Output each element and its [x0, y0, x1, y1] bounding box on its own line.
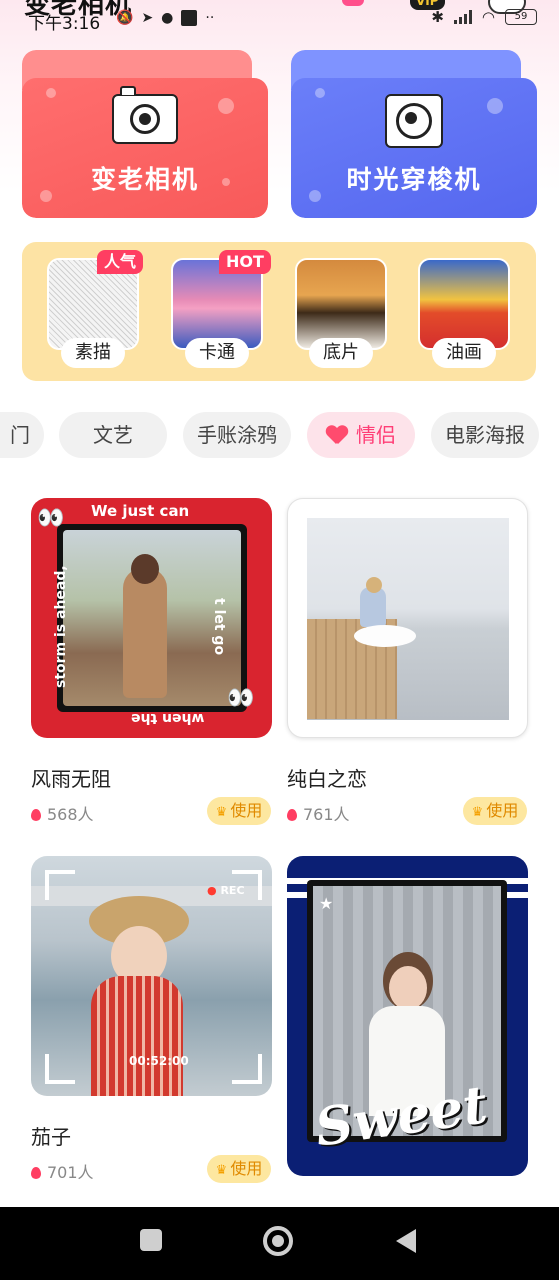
rec-dot-icon: ●: [207, 884, 217, 897]
chat-icon: ●: [161, 10, 174, 26]
flame-icon: [287, 809, 297, 821]
crown-icon: ♛: [471, 805, 484, 820]
camera-icon: [112, 86, 178, 144]
template-name: 纯白之恋: [287, 767, 367, 791]
template-count: 761人: [287, 801, 350, 825]
system-nav-bar: [0, 1207, 559, 1280]
style-item-oil[interactable]: 油画: [418, 242, 518, 372]
frame-text: t let go: [211, 598, 227, 656]
rec-indicator: ● REC: [207, 884, 245, 897]
aging-camera-card[interactable]: 变老相机: [22, 50, 268, 218]
style-badge: 人气: [97, 250, 144, 274]
mute-icon: 🔕: [116, 10, 134, 26]
style-badge: HOT: [219, 250, 271, 274]
star-icon: ★: [319, 894, 334, 913]
frame-text: storm is ahead,: [53, 565, 69, 688]
time-machine-card[interactable]: 时光穿梭机: [291, 50, 537, 218]
template-count: 701人: [31, 1159, 94, 1183]
clock-camera-icon: [385, 94, 443, 148]
use-button[interactable]: ♛ 使用: [207, 797, 271, 825]
frame-text: when the: [131, 710, 205, 726]
eyes-icon: 👀: [37, 506, 65, 531]
aging-camera-label: 变老相机: [90, 165, 199, 194]
crown-icon: ♛: [215, 805, 228, 820]
template-name: 风雨无阻: [31, 767, 111, 791]
bluetooth-icon: ✱: [431, 8, 444, 26]
negative-thumbnail: [295, 258, 387, 350]
time-machine-label: 时光穿梭机: [346, 165, 482, 194]
template-card-image[interactable]: Sweet ★: [287, 856, 528, 1176]
home-dot-icon: [272, 1235, 284, 1247]
template-count: 568人: [31, 801, 94, 825]
style-label: 素描: [61, 338, 125, 368]
eyes-icon: 👀: [227, 686, 255, 711]
style-item-negative[interactable]: 底片: [295, 242, 395, 372]
category-tabs: 门 文艺 手账涂鸦 情侣 电影海报: [0, 412, 559, 460]
template-card-image[interactable]: We just can t let go when the storm is a…: [31, 498, 272, 738]
app-icon: [181, 10, 198, 26]
status-bar: 变老相机 VIP 下午3:16 🔕 ➤ ● ·· ✱ ◠ 59: [0, 0, 559, 40]
oil-thumbnail: [418, 258, 510, 350]
home-button[interactable]: [263, 1226, 293, 1256]
style-label: 卡通: [185, 338, 249, 368]
use-button[interactable]: ♛ 使用: [463, 797, 527, 825]
battery-icon: 59: [505, 9, 537, 25]
tab-movie-poster[interactable]: 电影海报: [431, 412, 539, 458]
wifi-icon: ◠: [481, 8, 495, 26]
template-name: 茄子: [31, 1125, 71, 1149]
crown-icon: ♛: [215, 1163, 228, 1178]
flame-icon: [31, 1167, 41, 1179]
template-card-image[interactable]: [287, 498, 528, 738]
style-strip: 人气 素描 HOT 卡通 底片 油画: [22, 242, 536, 381]
style-label: 油画: [432, 338, 496, 368]
style-label: 底片: [309, 338, 373, 368]
style-item-cartoon[interactable]: HOT 卡通: [171, 242, 271, 372]
flame-icon: [31, 809, 41, 821]
tab-couple[interactable]: 情侣: [307, 412, 415, 458]
style-item-sketch[interactable]: 人气 素描: [47, 242, 147, 372]
telegram-icon: ➤: [141, 10, 154, 26]
recents-button[interactable]: [140, 1229, 162, 1251]
template-card-image[interactable]: ● REC 00:52:00: [31, 856, 272, 1096]
more-icon: ··: [205, 10, 215, 26]
signal-icon: [453, 10, 472, 24]
status-time: 下午3:16: [28, 14, 101, 34]
notification-icon: [342, 0, 364, 6]
tab-literary[interactable]: 文艺: [59, 412, 167, 458]
use-button[interactable]: ♛ 使用: [207, 1155, 271, 1183]
heart-icon: [326, 426, 348, 444]
timecode: 00:52:00: [129, 1054, 189, 1068]
tab-partial[interactable]: 门: [0, 412, 44, 458]
back-button[interactable]: [396, 1229, 416, 1253]
frame-text: We just can: [91, 502, 190, 520]
tab-journal-doodle[interactable]: 手账涂鸦: [183, 412, 291, 458]
